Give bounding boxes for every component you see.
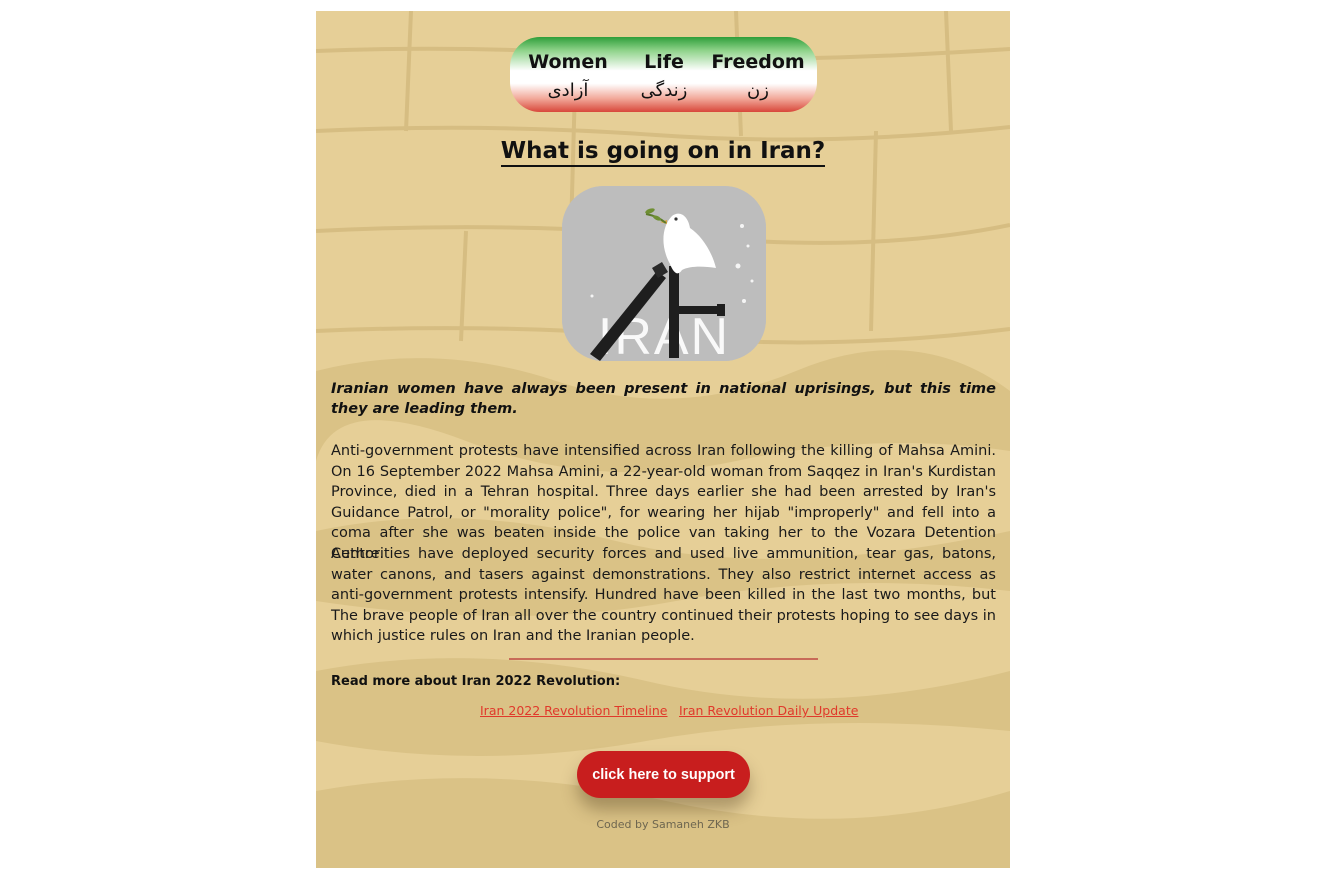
slogan-women: Women bbox=[528, 51, 608, 73]
slogan-fa-zendegi: زندگی bbox=[640, 80, 688, 101]
slogan-banner: Women Life Freedom آزادی زندگی زن bbox=[510, 37, 817, 112]
slogan-life: Life bbox=[644, 51, 684, 73]
paragraph-2: Authorities have deployed security force… bbox=[331, 546, 996, 645]
footer-credit: Coded by Samaneh ZKB bbox=[596, 818, 730, 831]
page-title: What is going on in Iran? bbox=[316, 138, 1010, 167]
intro-text: Iranian women have always been present i… bbox=[331, 381, 996, 417]
hero-image: IRAN bbox=[562, 186, 766, 361]
slogan-fa-zan: زن bbox=[747, 80, 769, 101]
section-divider bbox=[509, 658, 818, 660]
slogan-fa-azadi: آزادی bbox=[547, 80, 589, 101]
support-button[interactable]: click here to support bbox=[577, 751, 750, 798]
slogan-freedom: Freedom bbox=[711, 51, 805, 73]
page-card: Women Life Freedom آزادی زندگی زن What i… bbox=[316, 11, 1010, 868]
read-more-heading: Read more about Iran 2022 Revolution: bbox=[331, 674, 621, 689]
link-daily-update[interactable]: Iran Revolution Daily Update bbox=[679, 703, 858, 718]
link-revolution-timeline[interactable]: Iran 2022 Revolution Timeline bbox=[480, 703, 668, 718]
